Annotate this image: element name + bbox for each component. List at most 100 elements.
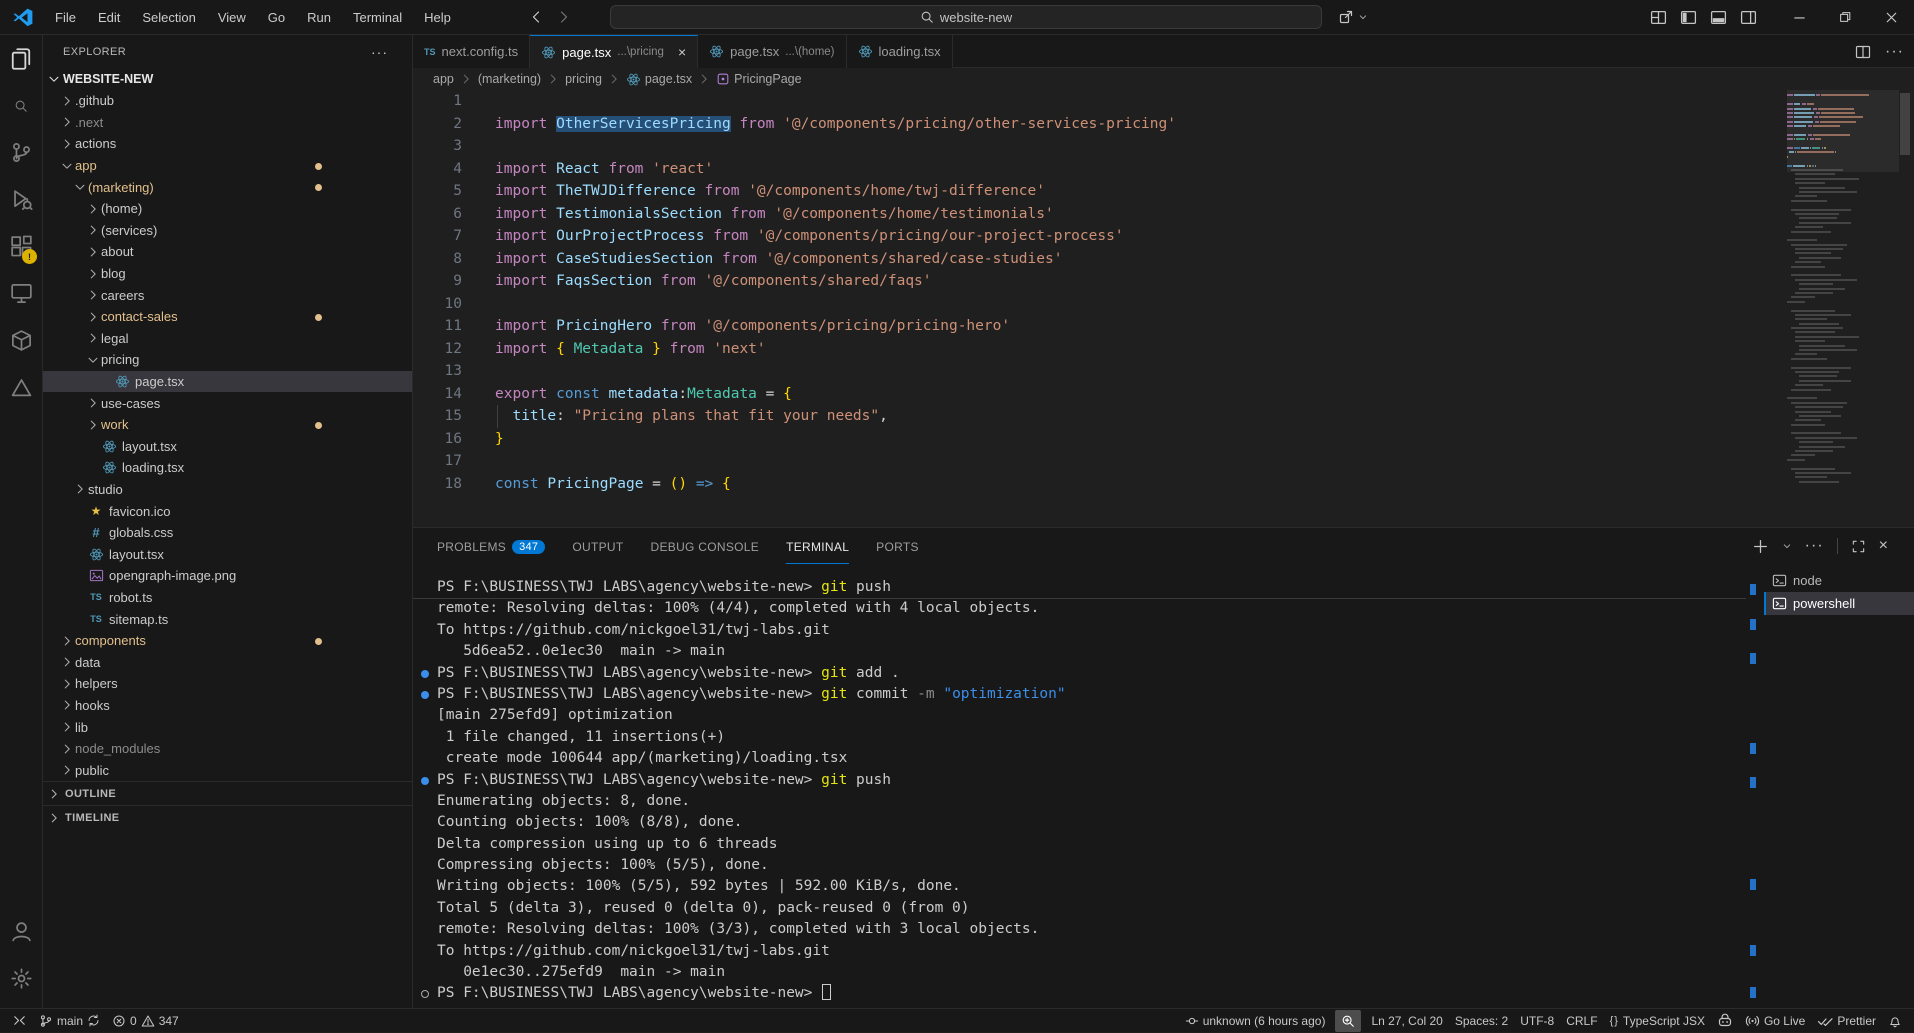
status-encoding[interactable]: UTF-8 [1514,1010,1560,1032]
terminal-profile-dropdown-icon[interactable] [1782,541,1792,551]
remote-dropdown-icon[interactable] [1358,12,1368,22]
terminal-output[interactable]: PS F:\BUSINESS\TWJ LABS\agency\website-n… [437,577,1066,1005]
activity-settings[interactable] [0,955,43,1002]
tree-item-lib[interactable]: lib [43,716,412,738]
status-problems[interactable]: 0347 [106,1010,185,1032]
command-decoration[interactable] [421,777,429,785]
breadcrumb-PricingPage[interactable]: PricingPage [716,72,801,86]
tree-item-pricing[interactable]: pricing [43,349,412,371]
editor-scrollbar[interactable] [1900,93,1910,155]
menu-view[interactable]: View [207,0,257,34]
status-branch[interactable]: main [33,1010,106,1032]
tree-item-data[interactable]: data [43,651,412,673]
tree-item-globals.css[interactable]: #globals.css [43,522,412,544]
tree-item-(marketing)[interactable]: (marketing) [43,176,412,198]
tree-item-use-cases[interactable]: use-cases [43,392,412,414]
explorer-more-actions-icon[interactable]: ··· [371,44,388,60]
menu-run[interactable]: Run [296,0,342,34]
open-remote-window-icon[interactable] [1338,9,1354,25]
breadcrumb-page.tsx[interactable]: page.tsx [626,72,692,87]
breadcrumb-pricing[interactable]: pricing [565,72,602,86]
panel-more-icon[interactable]: ··· [1805,537,1824,555]
status-go-live[interactable]: Go Live [1739,1010,1811,1032]
toggle-secondary-sidebar-icon[interactable] [1740,9,1757,26]
forward-icon[interactable] [556,9,572,25]
tree-item-layout.tsx[interactable]: layout.tsx [43,543,412,565]
status-copilot[interactable] [1711,1010,1739,1032]
menu-go[interactable]: Go [257,0,296,34]
tree-item-studio[interactable]: studio [43,479,412,501]
tab-loading.tsx[interactable]: loading.tsx [847,35,953,68]
tree-item-.next[interactable]: .next [43,112,412,134]
activity-source-control[interactable] [0,129,42,176]
activity-explorer[interactable] [0,35,42,82]
toggle-panel-icon[interactable] [1710,9,1727,26]
command-decoration[interactable] [421,691,429,699]
status-git-blame[interactable]: unknown (6 hours ago) [1179,1010,1332,1032]
tree-item-(services)[interactable]: (services) [43,220,412,242]
tree-item-work[interactable]: work [43,414,412,436]
customize-layout-icon[interactable] [1650,9,1667,26]
panel-tab-ports[interactable]: PORTS [876,528,919,564]
tree-item-favicon.ico[interactable]: ★favicon.ico [43,500,412,522]
command-decoration[interactable] [421,990,429,998]
activity-extensions[interactable]: ! [0,223,42,270]
panel-tab-terminal[interactable]: TERMINAL [786,528,849,564]
menu-terminal[interactable]: Terminal [342,0,413,34]
close-panel-icon[interactable]: × [1879,537,1888,555]
editor-more-icon[interactable]: ··· [1885,43,1904,61]
tree-item-sitemap.ts[interactable]: TSsitemap.ts [43,608,412,630]
command-decoration[interactable] [421,670,429,678]
tree-item-layout.tsx[interactable]: layout.tsx [43,436,412,458]
tree-item-loading.tsx[interactable]: loading.tsx [43,457,412,479]
back-icon[interactable] [528,9,544,25]
tree-item-actions[interactable]: actions [43,133,412,155]
tree-item-node_modules[interactable]: node_modules [43,738,412,760]
tree-item-careers[interactable]: careers [43,284,412,306]
toggle-primary-sidebar-icon[interactable] [1680,9,1697,26]
workspace-header[interactable]: WEBSITE-NEW [43,68,412,90]
tree-item-public[interactable]: public [43,759,412,781]
status-remote[interactable] [6,1010,33,1032]
menu-edit[interactable]: Edit [87,0,131,34]
panel-tab-debug-console[interactable]: DEBUG CONSOLE [651,528,760,564]
menu-file[interactable]: File [44,0,87,34]
open-remote-window-button[interactable] [1338,9,1368,25]
minimize-button[interactable] [1776,0,1822,34]
terminal-instance-powershell[interactable]: powershell [1764,592,1914,615]
tab-page.tsx[interactable]: page.tsx...\(home) [698,35,846,68]
section-timeline[interactable]: TIMELINE [43,805,412,829]
status-prettier[interactable]: Prettier [1811,1010,1882,1032]
breadcrumb-(marketing)[interactable]: (marketing) [478,72,541,86]
tree-item-.github[interactable]: .github [43,90,412,112]
menu-help[interactable]: Help [413,0,462,34]
tree-item-legal[interactable]: legal [43,328,412,350]
command-center[interactable]: website-new [610,5,1322,29]
status-cursor-position[interactable]: Ln 27, Col 20 [1365,1010,1448,1032]
menu-selection[interactable]: Selection [131,0,206,34]
status-language-mode[interactable]: {}TypeScript JSX [1604,1010,1711,1032]
activity-package[interactable] [0,317,42,364]
tree-item-about[interactable]: about [43,241,412,263]
close-button[interactable] [1868,0,1914,34]
section-outline[interactable]: OUTLINE [43,781,412,805]
tree-item-opengraph-image.png[interactable]: opengraph-image.png [43,565,412,587]
activity-triangle[interactable] [0,364,42,411]
tree-item-hooks[interactable]: hooks [43,695,412,717]
new-terminal-icon[interactable] [1752,538,1769,555]
activity-account[interactable] [0,908,43,955]
tree-item-(home)[interactable]: (home) [43,198,412,220]
close-icon[interactable]: × [678,44,686,60]
panel-tab-problems[interactable]: PROBLEMS347 [437,528,545,564]
terminal-instance-node[interactable]: node [1764,569,1914,592]
split-editor-icon[interactable] [1855,44,1871,60]
tree-item-helpers[interactable]: helpers [43,673,412,695]
activity-remote-explorer[interactable] [0,270,42,317]
maximize-panel-icon[interactable] [1851,539,1866,554]
activity-search[interactable] [0,82,42,129]
tab-page.tsx[interactable]: page.tsx...\pricing× [530,35,698,68]
minimap[interactable] [1787,90,1899,485]
breadcrumb-app[interactable]: app [433,72,454,86]
tree-item-components[interactable]: components [43,630,412,652]
panel-tab-output[interactable]: OUTPUT [572,528,623,564]
